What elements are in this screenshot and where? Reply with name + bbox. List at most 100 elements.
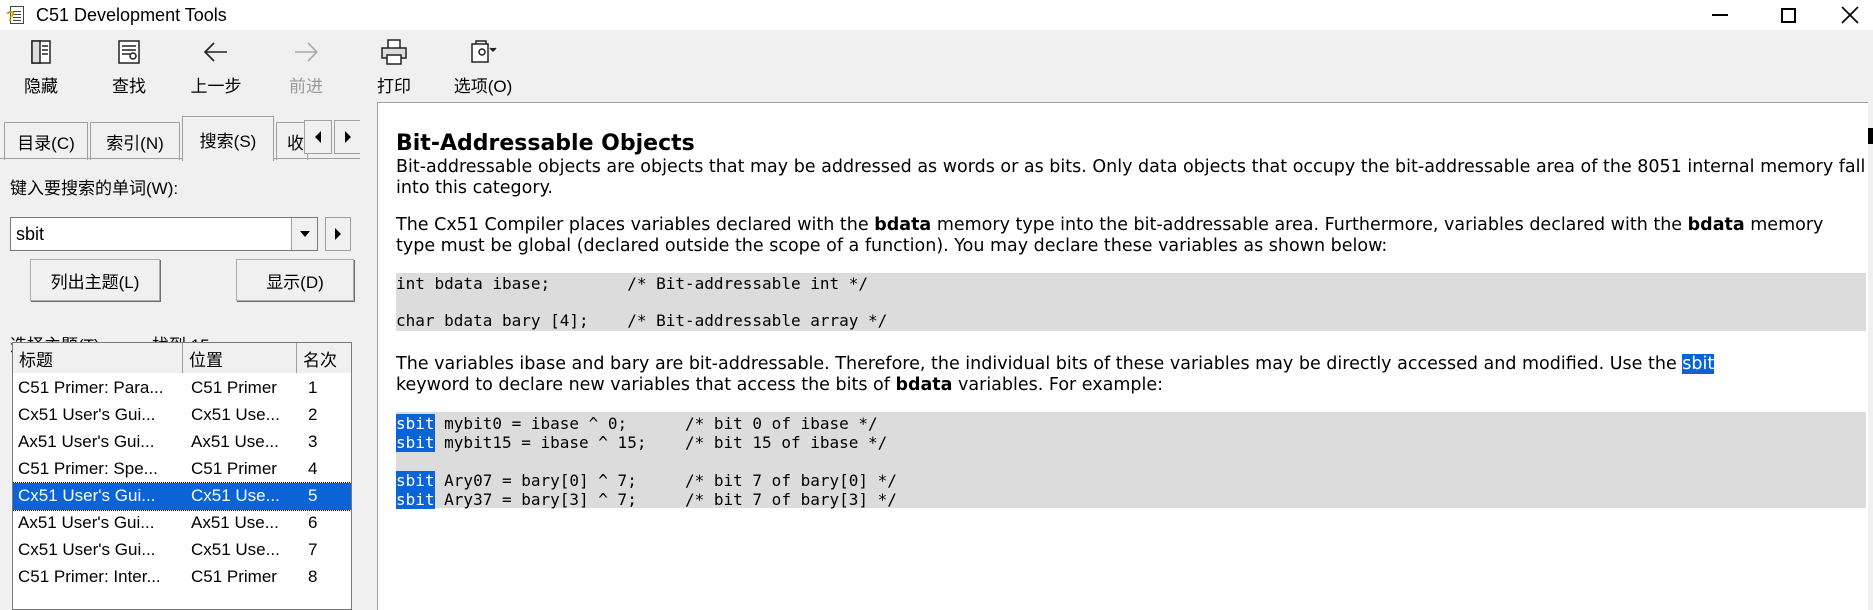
column-header-location[interactable]: 位置	[183, 343, 297, 373]
sbit-highlight: sbit	[396, 490, 435, 509]
paragraph-bdata: The Cx51 Compiler places variables decla…	[396, 215, 1866, 257]
tab-index-label: 索引(N)	[106, 134, 164, 153]
p2-keyword-bdata: bdata	[874, 215, 932, 235]
row-location: Cx51 Use...	[191, 405, 280, 424]
code-line: char bdata bary [4]; /* Bit-addressable …	[396, 311, 888, 330]
row-rank: 6	[308, 513, 318, 532]
back-button[interactable]: 上一步	[186, 36, 246, 98]
table-row[interactable]: Cx51 User's Gui... Cx51 Use... 2	[13, 402, 351, 429]
pane-splitter[interactable]	[360, 102, 378, 610]
forward-button[interactable]: 前进	[284, 36, 328, 98]
row-title: C51 Primer: Inter...	[18, 567, 161, 586]
tabs-scroll-right[interactable]	[334, 120, 362, 154]
print-label: 打印	[377, 77, 411, 96]
navigation-pane: 目录(C) 索引(N) 搜索(S) 收 键入要搜索的单词(W): sbit 列出…	[0, 102, 362, 610]
tab-contents-label: 目录(C)	[17, 134, 75, 153]
help-app-icon: ?	[6, 4, 28, 26]
options-button[interactable]: 选项(O)	[448, 36, 518, 98]
maximize-icon	[1780, 7, 1796, 23]
search-prompt-label: 键入要搜索的单词(W):	[10, 179, 179, 198]
title-bar: ? C51 Development Tools	[0, 0, 1873, 30]
search-options-button[interactable]	[325, 217, 351, 251]
hide-button[interactable]: 隐藏	[16, 36, 66, 98]
row-rank: 7	[308, 540, 318, 559]
p3-text-e: variables. For example:	[952, 375, 1164, 395]
table-row[interactable]: C51 Primer: Inter... C51 Primer 8	[13, 564, 351, 591]
p3-keyword-bdata: bdata	[895, 375, 953, 395]
paragraph-sbit: The variables ibase and bary are bit-add…	[396, 354, 1866, 396]
tab-search[interactable]: 搜索(S)	[182, 116, 274, 161]
options-label: 选项(O)	[453, 77, 513, 96]
code-line-text: mybit0 = ibase ^ 0; /* bit 0 of ibase */	[434, 414, 878, 433]
forward-arrow-icon	[290, 36, 322, 68]
row-rank: 5	[308, 486, 318, 505]
topic-title: Bit-Addressable Objects	[396, 131, 695, 156]
sbit-highlight: sbit	[396, 433, 435, 452]
printer-icon	[378, 36, 410, 68]
table-row[interactable]: Ax51 User's Gui... Ax51 Use... 6	[13, 510, 351, 537]
list-topics-button[interactable]: 列出主题(L)	[30, 259, 160, 301]
arrow-left-icon	[315, 131, 321, 143]
row-rank: 1	[308, 378, 318, 397]
row-location: C51 Primer	[191, 459, 277, 478]
search-dropdown-button[interactable]	[291, 218, 317, 250]
table-row[interactable]: Cx51 User's Gui... Cx51 Use... 7	[13, 537, 351, 564]
forward-label: 前进	[289, 77, 323, 96]
hide-pane-icon	[25, 36, 57, 68]
table-row-selected[interactable]: Cx51 User's Gui... Cx51 Use... 5	[13, 482, 351, 511]
sbit-highlight: sbit	[396, 414, 435, 433]
code-line: sbit mybit0 = ibase ^ 0; /* bit 0 of iba…	[396, 414, 878, 434]
code-line: sbit Ary07 = bary[0] ^ 7; /* bit 7 of ba…	[396, 471, 897, 491]
find-button[interactable]: 查找	[104, 36, 154, 98]
row-location: C51 Primer	[191, 378, 277, 397]
row-location: Ax51 Use...	[191, 513, 279, 532]
code-block-declarations: int bdata ibase; /* Bit-addressable int …	[396, 273, 1866, 331]
row-title: Cx51 User's Gui...	[18, 486, 156, 505]
nav-tabs: 目录(C) 索引(N) 搜索(S) 收	[0, 116, 362, 161]
p3-text-a: The variables ibase and bary are bit-add…	[396, 354, 1683, 374]
code-line: sbit mybit15 = ibase ^ 15; /* bit 15 of …	[396, 433, 887, 453]
row-location: Cx51 Use...	[191, 486, 280, 505]
toolbar: 隐藏 查找 上一步 前进 打印 选项(O)	[0, 30, 1873, 102]
code-line-text: mybit15 = ibase ^ 15; /* bit 15 of ibase…	[434, 433, 888, 452]
close-icon	[1841, 6, 1859, 24]
print-button[interactable]: 打印	[372, 36, 416, 98]
table-row[interactable]: Ax51 User's Gui... Ax51 Use... 3	[13, 429, 351, 456]
tab-contents[interactable]: 目录(C)	[4, 122, 88, 160]
display-button[interactable]: 显示(D)	[236, 259, 354, 301]
p2-keyword-bdata-2: bdata	[1687, 215, 1745, 235]
results-header: 标题 位置 名次	[13, 343, 351, 373]
options-icon	[467, 36, 499, 68]
p3-keyword-sbit-highlight: sbit	[1682, 354, 1715, 374]
results-table[interactable]: 标题 位置 名次 C51 Primer: Para... C51 Primer …	[12, 342, 352, 610]
close-button[interactable]	[1820, 0, 1873, 30]
column-header-rank[interactable]: 名次	[297, 343, 351, 373]
code-line: sbit Ary37 = bary[3] ^ 7; /* bit 7 of ba…	[396, 490, 897, 510]
table-row[interactable]: C51 Primer: Para... C51 Primer 1	[13, 375, 351, 402]
minimize-button[interactable]	[1690, 0, 1750, 30]
window-title: C51 Development Tools	[36, 4, 227, 25]
arrow-right-icon	[345, 131, 351, 143]
maximize-button[interactable]	[1758, 0, 1818, 30]
tabs-scroll-left[interactable]	[304, 120, 332, 154]
minimize-icon	[1712, 14, 1728, 16]
topic-content: Bit-Addressable Objects Bit-addressable …	[378, 102, 1868, 610]
display-label: 显示(D)	[266, 272, 324, 292]
row-location: C51 Primer	[191, 567, 277, 586]
tab-search-label: 搜索(S)	[199, 131, 257, 151]
back-arrow-icon	[200, 36, 232, 68]
column-header-title[interactable]: 标题	[13, 343, 183, 373]
back-label: 上一步	[190, 77, 242, 96]
search-input-value: sbit	[16, 224, 45, 244]
scrollbar-thumb[interactable]	[1868, 128, 1873, 144]
p2-text-a: The Cx51 Compiler places variables decla…	[396, 215, 875, 235]
row-title: C51 Primer: Para...	[18, 378, 164, 397]
row-title: Cx51 User's Gui...	[18, 540, 156, 559]
table-row[interactable]: C51 Primer: Spe... C51 Primer 4	[13, 456, 351, 483]
p3-text-c: keyword to declare new variables that ac…	[396, 375, 896, 395]
code-line-text: Ary07 = bary[0] ^ 7; /* bit 7 of bary[0]…	[434, 471, 897, 490]
row-title: Ax51 User's Gui...	[18, 513, 155, 532]
search-input[interactable]: sbit	[10, 217, 318, 251]
row-rank: 8	[308, 567, 318, 586]
tab-index[interactable]: 索引(N)	[90, 122, 180, 160]
